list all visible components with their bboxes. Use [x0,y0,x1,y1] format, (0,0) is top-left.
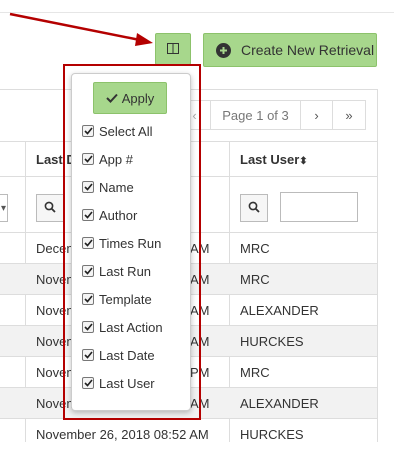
checkbox-checked[interactable] [82,125,94,137]
checkbox-checked[interactable] [82,237,94,249]
search-icon [248,201,260,216]
option-label: Last Action [99,319,163,335]
cell-last-user: MRC [240,272,270,287]
cell-last-date: November 26, 2018 08:52 AM [36,427,209,442]
columns-icon [167,42,179,57]
pager-page-indicator: Page 1 of 3 [210,100,300,130]
cell-last-user: MRC [240,241,270,256]
cell-last-user: HURCKES [240,427,304,442]
checkmark-icon [106,91,118,106]
header-last-user[interactable]: Last User⬍ [240,152,308,167]
option-name[interactable]: Name [82,178,134,196]
option-label: Template [99,291,152,307]
option-last-date[interactable]: Last Date [82,346,155,364]
checkbox-checked[interactable] [82,349,94,361]
checkbox-checked[interactable] [82,181,94,193]
option-last-user[interactable]: Last User [82,374,155,392]
option-label: Last Run [99,263,152,279]
option-label: Name [99,179,134,195]
create-new-retrieval-label: Create New Retrieval [241,42,375,58]
option-label: Last User [99,375,155,391]
checkbox-checked[interactable] [82,293,94,305]
option-select-all[interactable]: Select All [82,122,152,140]
create-new-retrieval-button[interactable]: Create New Retrieval [203,33,377,67]
search-button[interactable] [36,194,64,222]
apply-button[interactable]: Apply [93,82,167,114]
cell-last-user: MRC [240,365,270,380]
pager-next-button[interactable]: › [300,100,332,130]
option-last-run[interactable]: Last Run [82,262,151,280]
option-times-run[interactable]: Times Run [82,234,161,252]
grid-border [377,89,378,442]
option-label: Last Date [99,347,155,363]
checkbox-checked[interactable] [82,209,94,221]
apply-label: Apply [121,90,155,106]
checkbox-checked[interactable] [82,377,94,389]
chevron-down-icon[interactable]: ▾ [0,194,8,222]
checkbox-checked[interactable] [82,321,94,333]
plus-circle-icon [216,42,231,58]
annotation-arrow [9,12,153,46]
checkbox-checked[interactable] [82,153,94,165]
option-app-number[interactable]: App # [82,150,133,168]
table-row[interactable]: November 26, 2018 08:52 AM HURCKES [0,418,377,449]
last-user-filter-input[interactable] [280,192,358,222]
column-chooser-dropdown: Apply Select All App # Name Author Times… [71,73,191,411]
option-template[interactable]: Template [82,290,152,308]
option-last-action[interactable]: Last Action [82,318,163,336]
cell-last-user: ALEXANDER [240,396,319,411]
column-chooser-button[interactable] [155,33,191,65]
search-button[interactable] [240,194,268,222]
option-author[interactable]: Author [82,206,137,224]
search-icon [44,201,56,216]
option-label: Author [99,207,138,223]
cell-last-user: ALEXANDER [240,303,319,318]
pager-last-button[interactable]: » [332,100,366,130]
sort-icon: ⬍ [299,156,308,167]
checkbox-checked[interactable] [82,265,94,277]
option-label: Times Run [99,235,162,251]
option-label: Select All [99,123,153,139]
option-label: App # [99,151,133,167]
cell-last-user: HURCKES [240,334,304,349]
